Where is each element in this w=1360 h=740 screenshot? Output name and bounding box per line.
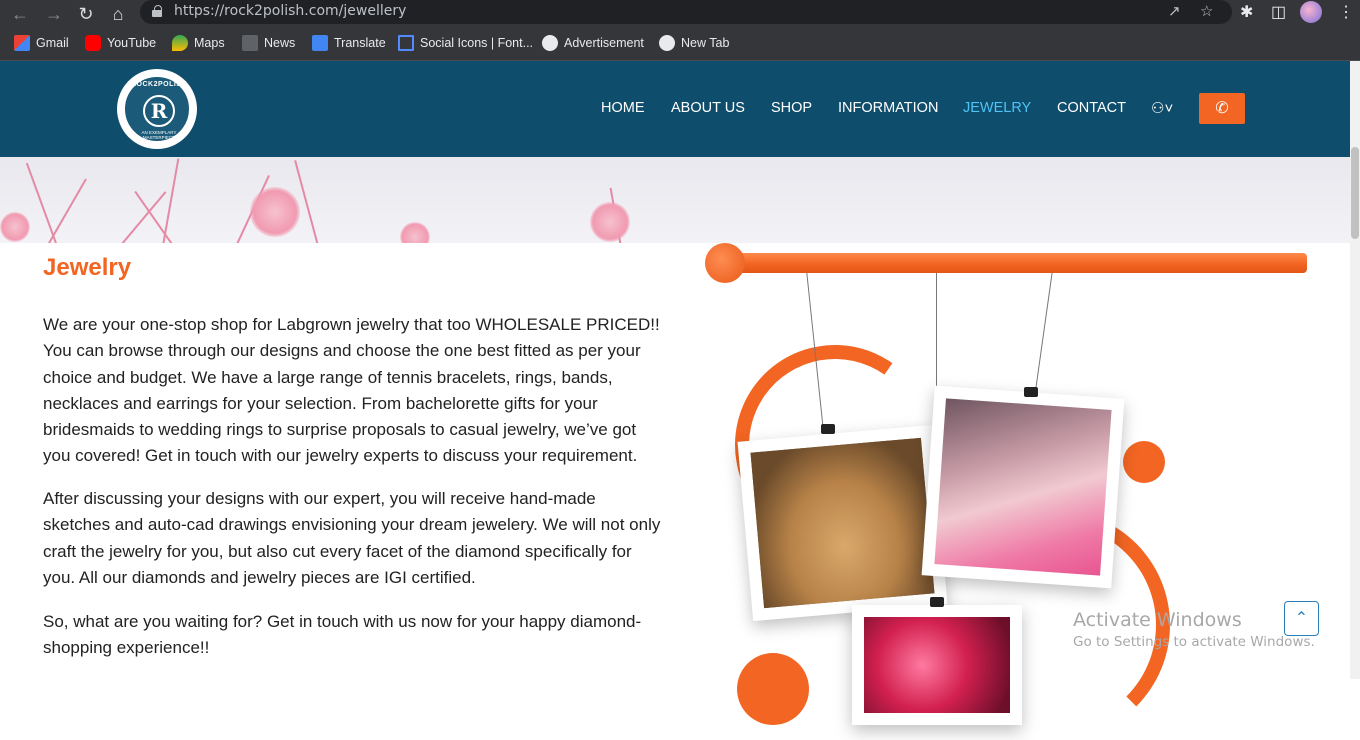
address-bar[interactable]: https://rock2polish.com/jewellery ↗ ☆ (140, 0, 1232, 24)
flowers-photo-frame (852, 605, 1022, 725)
bookmark-youtube[interactable]: YouTube (85, 35, 156, 51)
logo-text: ROCK2POLISH (130, 81, 188, 88)
activation-watermark-subtitle: Go to Settings to activate Windows. (1073, 634, 1315, 650)
reload-icon[interactable]: ↻ (74, 2, 98, 26)
nav-contact[interactable]: CONTACT (1057, 100, 1126, 116)
home-icon[interactable]: ⌂ (106, 2, 130, 26)
star-icon[interactable]: ☆ (1200, 2, 1213, 20)
share-icon[interactable]: ↗ (1168, 2, 1181, 20)
url-text[interactable]: https://rock2polish.com/jewellery (174, 3, 406, 19)
site-header: ROCK2POLISH R AN EXEMPLARY MASTERPIECE H… (0, 61, 1350, 157)
side-panel-icon[interactable]: ◫ (1271, 2, 1286, 22)
browser-toolbar: ← → ↻ ⌂ https://rock2polish.com/jeweller… (0, 0, 1360, 28)
flag-icon (398, 35, 414, 51)
extensions-icon[interactable]: ✱ (1240, 2, 1253, 22)
forward-icon[interactable]: → (42, 2, 66, 26)
blossom (250, 187, 300, 237)
bookmark-label: New Tab (681, 36, 730, 50)
youtube-icon (85, 35, 101, 51)
whatsapp-button[interactable]: ✆ (1199, 93, 1245, 124)
hero-banner (0, 157, 1350, 243)
decorative-dot (737, 653, 809, 725)
bookmark-label: Translate (334, 36, 386, 50)
decorative-dot (1123, 441, 1165, 483)
nav-home[interactable]: HOME (601, 100, 645, 116)
ring-photo-frame (737, 424, 948, 622)
logo-subtitle: AN EXEMPLARY MASTERPIECE (141, 130, 177, 140)
maps-icon (172, 35, 188, 51)
bookmark-label: YouTube (107, 36, 157, 50)
bookmark-label: Advertisement (564, 36, 644, 50)
nav-jewelry[interactable]: JEWELRY (963, 100, 1031, 116)
bookmark-new-tab[interactable]: New Tab (659, 35, 729, 51)
blossom (400, 222, 430, 243)
flower-stem (40, 178, 87, 243)
page-scrollbar[interactable] (1350, 61, 1360, 679)
globe-icon (542, 35, 558, 51)
hand-with-ring-image (934, 398, 1112, 576)
photo-clip (930, 597, 944, 607)
intro-paragraph: We are your one-stop shop for Labgrown j… (43, 315, 660, 466)
bookmark-gmail[interactable]: Gmail (14, 35, 69, 51)
translate-icon (312, 35, 328, 51)
hand-photo-frame (921, 385, 1125, 589)
activation-watermark-title: Activate Windows (1073, 609, 1242, 631)
blossom (590, 202, 630, 242)
photo-clip (821, 424, 835, 434)
bookmark-news[interactable]: News (242, 35, 295, 51)
hanging-rail (707, 253, 1307, 273)
lock-icon[interactable] (152, 5, 162, 17)
bookmark-advertisement[interactable]: Advertisement (542, 35, 644, 51)
site-logo[interactable]: ROCK2POLISH R AN EXEMPLARY MASTERPIECE (117, 69, 197, 149)
bookmark-label: Gmail (36, 36, 69, 50)
nav-information[interactable]: INFORMATION (838, 100, 938, 116)
logo-badge: ROCK2POLISH R AN EXEMPLARY MASTERPIECE (123, 75, 191, 143)
bookmark-label: News (264, 36, 296, 50)
back-icon[interactable]: ← (8, 2, 32, 26)
user-dropdown-icon[interactable]: ⚇˅ (1151, 99, 1173, 117)
blossom (0, 212, 30, 242)
news-icon (242, 35, 258, 51)
menu-kebab-icon[interactable]: ⋮ (1338, 2, 1354, 22)
gmail-icon (14, 35, 30, 51)
logo-letter: R (143, 95, 175, 127)
bookmark-maps[interactable]: Maps (172, 35, 225, 51)
bookmark-label: Social Icons | Font... (420, 36, 534, 50)
photo-clip (1024, 387, 1038, 397)
ring-on-wood-image (750, 437, 935, 609)
back-to-top-button[interactable]: ⌃ (1284, 601, 1319, 636)
bookmark-label: Maps (194, 36, 225, 50)
flowers-image (864, 617, 1010, 713)
globe-icon (659, 35, 675, 51)
flower-stem (294, 160, 322, 243)
nav-shop[interactable]: SHOP (771, 100, 812, 116)
scrollbar-thumb[interactable] (1351, 147, 1359, 239)
hanging-wire (1035, 269, 1053, 389)
profile-avatar[interactable] (1300, 1, 1322, 23)
bookmarks-bar: Gmail YouTube Maps News Translate Social… (0, 28, 1360, 61)
bookmark-social-icons[interactable]: Social Icons | Font... (398, 35, 533, 51)
bookmark-translate[interactable]: Translate (312, 35, 386, 51)
page-title: Jewelry (43, 254, 132, 281)
chevron-up-icon: ⌃ (1294, 610, 1309, 627)
rail-end-ball (705, 243, 745, 283)
cta-paragraph: So, what are you waiting for? Get in tou… (43, 612, 642, 658)
process-paragraph: After discussing your designs with our e… (43, 489, 661, 587)
whatsapp-icon: ✆ (1215, 100, 1229, 117)
nav-about-us[interactable]: ABOUT US (671, 100, 745, 116)
